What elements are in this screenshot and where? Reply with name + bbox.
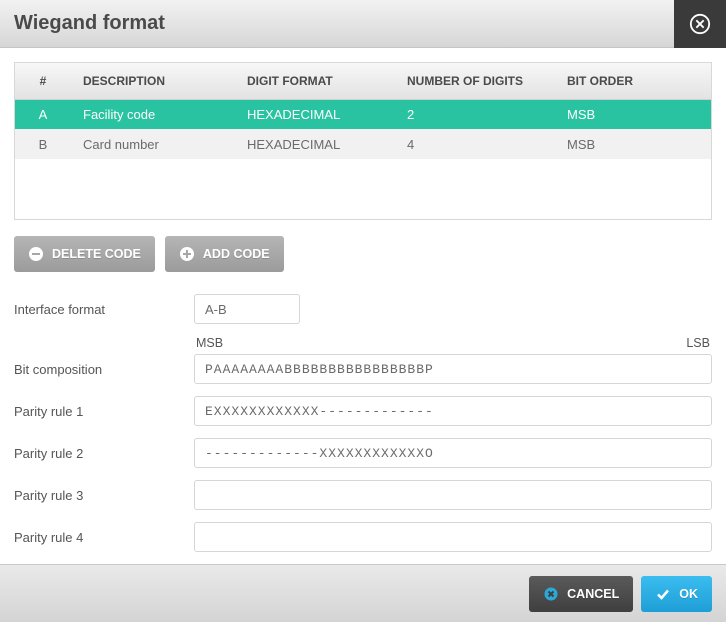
delete-code-button[interactable]: DELETE CODE [14, 236, 155, 272]
cancel-icon [543, 586, 559, 602]
dialog-title: Wiegand format [0, 12, 165, 35]
col-description: DESCRIPTION [71, 63, 235, 99]
interface-format-input[interactable] [194, 294, 300, 324]
delete-code-label: DELETE CODE [52, 247, 141, 261]
cell-index: B [15, 129, 71, 159]
bit-order-legend: MSB LSB [194, 336, 712, 350]
parity-rule-1-input[interactable] [194, 396, 712, 426]
cancel-button[interactable]: CANCEL [529, 576, 633, 612]
lsb-label: LSB [686, 336, 710, 350]
parity-rule-3-label: Parity rule 3 [14, 488, 194, 503]
bit-composition-label: Bit composition [14, 362, 194, 377]
cell-digit-format: HEXADECIMAL [235, 99, 395, 129]
minus-circle-icon [28, 246, 44, 262]
ok-button[interactable]: OK [641, 576, 712, 612]
dialog-content: # DESCRIPTION DIGIT FORMAT NUMBER OF DIG… [0, 48, 726, 564]
cell-num-digits: 4 [395, 129, 555, 159]
codes-table: # DESCRIPTION DIGIT FORMAT NUMBER OF DIG… [14, 62, 712, 220]
wiegand-format-dialog: Wiegand format # DESCRIPTION DIGIT FORMA… [0, 0, 726, 622]
cell-bit-order: MSB [555, 99, 711, 129]
format-form: Interface format MSB LSB Bit composition [14, 294, 712, 552]
add-code-button[interactable]: ADD CODE [165, 236, 284, 272]
parity-rule-2-input[interactable] [194, 438, 712, 468]
table-row[interactable]: B Card number HEXADECIMAL 4 MSB [15, 129, 711, 159]
parity-rule-3-input[interactable] [194, 480, 712, 510]
parity-rule-1-label: Parity rule 1 [14, 404, 194, 419]
table-header-row: # DESCRIPTION DIGIT FORMAT NUMBER OF DIG… [15, 63, 711, 99]
check-icon [655, 586, 671, 602]
parity-rule-2-label: Parity rule 2 [14, 446, 194, 461]
parity-rule-4-input[interactable] [194, 522, 712, 552]
cell-description: Facility code [71, 99, 235, 129]
cell-num-digits: 2 [395, 99, 555, 129]
bit-composition-input[interactable] [194, 354, 712, 384]
close-button[interactable] [674, 0, 726, 48]
cell-description: Card number [71, 129, 235, 159]
cell-digit-format: HEXADECIMAL [235, 129, 395, 159]
msb-label: MSB [196, 336, 223, 350]
col-index: # [15, 63, 71, 99]
interface-format-label: Interface format [14, 302, 194, 317]
cell-bit-order: MSB [555, 129, 711, 159]
col-num-digits: NUMBER OF DIGITS [395, 63, 555, 99]
titlebar: Wiegand format [0, 0, 726, 48]
table-row[interactable]: A Facility code HEXADECIMAL 2 MSB [15, 99, 711, 129]
ok-label: OK [679, 587, 698, 601]
cancel-label: CANCEL [567, 587, 619, 601]
col-digit-format: DIGIT FORMAT [235, 63, 395, 99]
table-buttons: DELETE CODE ADD CODE [14, 236, 712, 272]
add-code-label: ADD CODE [203, 247, 270, 261]
dialog-footer: CANCEL OK [0, 564, 726, 622]
col-bit-order: BIT ORDER [555, 63, 711, 99]
parity-rule-4-label: Parity rule 4 [14, 530, 194, 545]
close-icon [689, 13, 711, 35]
plus-circle-icon [179, 246, 195, 262]
cell-index: A [15, 99, 71, 129]
